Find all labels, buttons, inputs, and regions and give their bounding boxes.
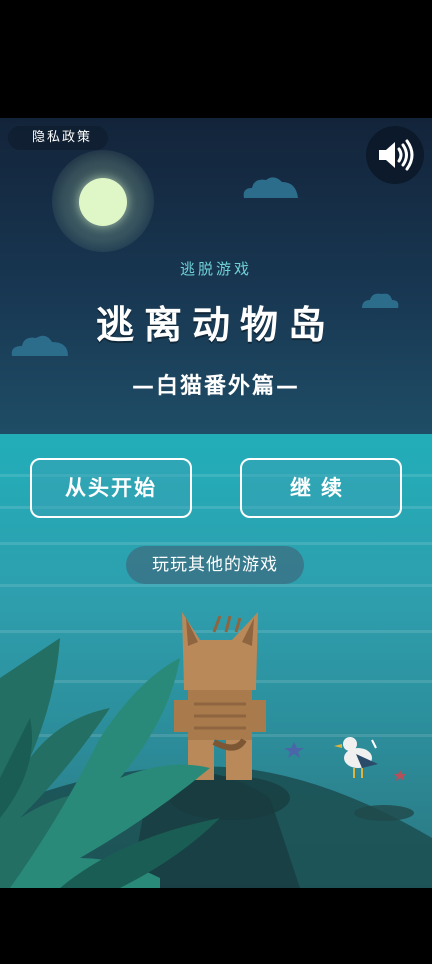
cat-figure	[174, 612, 266, 780]
game-screen: 隐私政策 逃脱游戏 逃离动物岛 —白猫番外篇— 从头开始 继续 玩玩其他的游戏	[0, 118, 432, 888]
continue-button[interactable]: 继续	[240, 458, 402, 518]
start-over-button[interactable]: 从头开始	[30, 458, 192, 518]
more-games-button[interactable]: 玩玩其他的游戏	[126, 546, 304, 584]
